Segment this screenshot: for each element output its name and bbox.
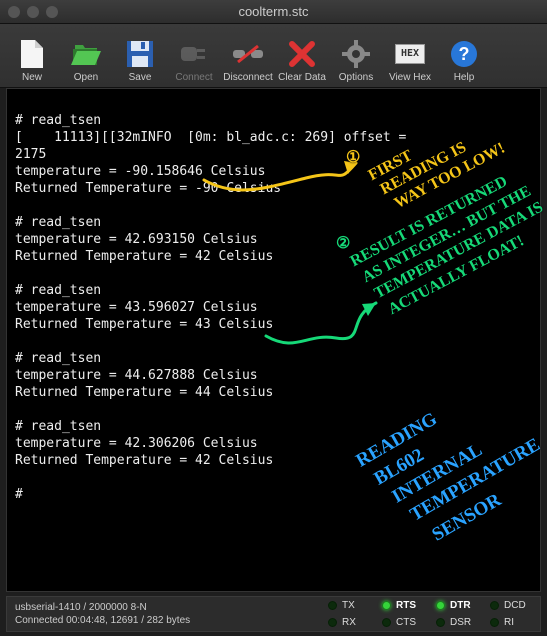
connect-label: Connect: [175, 72, 212, 83]
status-connection: Connected 00:04:48, 12691 / 282 bytes: [15, 615, 316, 626]
options-button[interactable]: Options: [330, 29, 382, 85]
zoom-window-button[interactable]: [46, 6, 58, 18]
open-label: Open: [74, 72, 98, 83]
x-icon: [286, 38, 318, 70]
window-title: coolterm.stc: [0, 4, 547, 19]
clear-data-button[interactable]: Clear Data: [276, 29, 328, 85]
save-button[interactable]: Save: [114, 29, 166, 85]
status-port: usbserial-1410 / 2000000 8-N: [15, 602, 316, 613]
led-rx: RX: [324, 614, 378, 631]
status-leds: TX RTS DTR DCD RX CTS DSR RI: [324, 597, 540, 631]
led-tx: TX: [324, 597, 378, 614]
terminal-output[interactable]: # read_tsen [ 11113][[32mINFO [0m: bl_ad…: [6, 88, 541, 592]
led-dtr[interactable]: DTR: [432, 597, 486, 614]
svg-text:?: ?: [459, 44, 470, 64]
titlebar: coolterm.stc: [0, 0, 547, 24]
floppy-icon: [124, 38, 156, 70]
gear-icon: [340, 38, 372, 70]
led-dcd: DCD: [486, 597, 540, 614]
viewhex-label: View Hex: [389, 72, 431, 83]
led-dsr: DSR: [432, 614, 486, 631]
folder-open-icon: [70, 38, 102, 70]
options-label: Options: [339, 72, 373, 83]
save-label: Save: [129, 72, 152, 83]
status-bar: usbserial-1410 / 2000000 8-N Connected 0…: [6, 596, 541, 632]
file-icon: [16, 38, 48, 70]
disconnect-icon: [232, 38, 264, 70]
help-button[interactable]: ? Help: [438, 29, 490, 85]
disconnect-label: Disconnect: [223, 72, 272, 83]
disconnect-button[interactable]: Disconnect: [222, 29, 274, 85]
open-button[interactable]: Open: [60, 29, 112, 85]
close-window-button[interactable]: [8, 6, 20, 18]
new-label: New: [22, 72, 42, 83]
led-rts[interactable]: RTS: [378, 597, 432, 614]
new-button[interactable]: New: [6, 29, 58, 85]
help-icon: ?: [448, 38, 480, 70]
minimize-window-button[interactable]: [27, 6, 39, 18]
clear-label: Clear Data: [278, 72, 326, 83]
led-ri: RI: [486, 614, 540, 631]
help-label: Help: [454, 72, 475, 83]
hex-icon: HEX: [394, 38, 426, 70]
toolbar: New Open Save Connect Disconnect Clear D…: [0, 24, 547, 88]
view-hex-button[interactable]: HEX View Hex: [384, 29, 436, 85]
plug-icon: [178, 38, 210, 70]
window-controls: [8, 6, 58, 18]
led-cts: CTS: [378, 614, 432, 631]
connect-button: Connect: [168, 29, 220, 85]
